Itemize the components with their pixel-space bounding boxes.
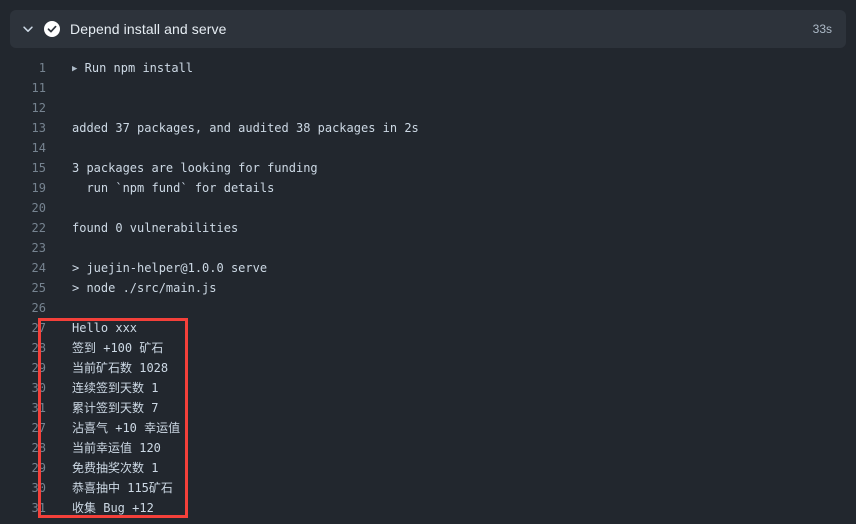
step-duration: 33s	[812, 22, 832, 36]
log-line-content: run `npm fund` for details	[72, 181, 275, 195]
log-line: 30 连续签到天数 1	[0, 378, 856, 398]
log-line-number: 30	[31, 381, 46, 395]
log-line-number: 1	[38, 61, 46, 75]
chevron-down-icon[interactable]	[20, 21, 36, 37]
log-line: 11	[0, 78, 856, 98]
log-output[interactable]: 1 ▶ Run npm install 11 12 13 added 37 package…	[0, 58, 856, 524]
log-line-content: 连续签到天数 1	[72, 381, 159, 395]
log-line-content: 签到 +100 矿石	[72, 341, 164, 355]
log-line-number: 23	[31, 241, 46, 255]
log-line: 23	[0, 238, 856, 258]
log-line-number: 26	[31, 301, 46, 315]
log-line: 26	[0, 298, 856, 318]
log-line: 19 run `npm fund` for details	[0, 178, 856, 198]
log-line-content: > node ./src/main.js	[72, 281, 217, 295]
log-line: 25 > node ./src/main.js	[0, 278, 856, 298]
log-line-number: 31	[31, 501, 46, 515]
log-line-content: ▶ Run npm install	[72, 60, 194, 75]
log-line-content: 沾喜气 +10 幸运值	[72, 421, 181, 435]
log-line: 31 收集 Bug +12	[0, 498, 856, 518]
log-line-number: 20	[31, 201, 46, 215]
log-line: 24 > juejin-helper@1.0.0 serve	[0, 258, 856, 278]
log-line-number: 14	[31, 141, 46, 155]
log-line: 29 当前矿石数 1028	[0, 358, 856, 378]
log-line-content: 收集 Bug +12	[72, 501, 154, 515]
log-line-number: 11	[31, 81, 46, 95]
log-line: 28 当前幸运值 120	[0, 438, 856, 458]
expand-triangle-icon[interactable]: ▶	[72, 64, 77, 74]
log-line-content: > juejin-helper@1.0.0 serve	[72, 261, 268, 275]
log-line-number: 22	[31, 221, 46, 235]
log-line: 27 沾喜气 +10 幸运值	[0, 418, 856, 438]
log-line: 20	[0, 198, 856, 218]
log-line-number: 27	[31, 321, 46, 335]
log-line-number: 25	[31, 281, 46, 295]
log-line: 22 found 0 vulnerabilities	[0, 218, 856, 238]
log-line-number: 19	[31, 181, 46, 195]
log-line: 12	[0, 98, 856, 118]
log-line-number: 30	[31, 481, 46, 495]
log-line: 13 added 37 packages, and audited 38 pack…	[0, 118, 856, 138]
log-line: 27 Hello xxx	[0, 318, 856, 338]
log-line: 31 累计签到天数 7	[0, 398, 856, 418]
log-line-number: 12	[31, 101, 46, 115]
log-line-number: 27	[31, 421, 46, 435]
log-line-number: 13	[31, 121, 46, 135]
log-line-number: 31	[31, 401, 46, 415]
log-line-content: 累计签到天数 7	[72, 401, 159, 415]
log-line: 1 ▶ Run npm install	[0, 58, 856, 78]
log-line-content: 3 packages are looking for funding	[72, 161, 318, 175]
log-line-number: 15	[31, 161, 46, 175]
log-line-content: Hello xxx	[72, 321, 138, 335]
log-line: 29 免费抽奖次数 1	[0, 458, 856, 478]
step-title: Depend install and serve	[70, 21, 227, 37]
check-circle-icon	[44, 21, 60, 37]
log-line-number: 29	[31, 361, 46, 375]
log-line: 28 签到 +100 矿石	[0, 338, 856, 358]
log-line-content: 恭喜抽中 115矿石	[72, 481, 173, 495]
log-line-number: 24	[31, 261, 46, 275]
log-line: 30 恭喜抽中 115矿石	[0, 478, 856, 498]
log-line-content: added 37 packages, and audited 38 packag…	[72, 121, 419, 135]
log-line-content: 当前幸运值 120	[72, 441, 161, 455]
log-line-content: 免费抽奖次数 1	[72, 461, 159, 475]
log-line: 14	[0, 138, 856, 158]
step-header[interactable]: Depend install and serve 33s	[10, 10, 846, 48]
log-line-content: found 0 vulnerabilities	[72, 221, 239, 235]
log-line-number: 29	[31, 461, 46, 475]
log-line-number: 28	[31, 341, 46, 355]
log-line-content: 当前矿石数 1028	[72, 361, 169, 375]
log-line: 15 3 packages are looking for funding	[0, 158, 856, 178]
log-line-number: 28	[31, 441, 46, 455]
